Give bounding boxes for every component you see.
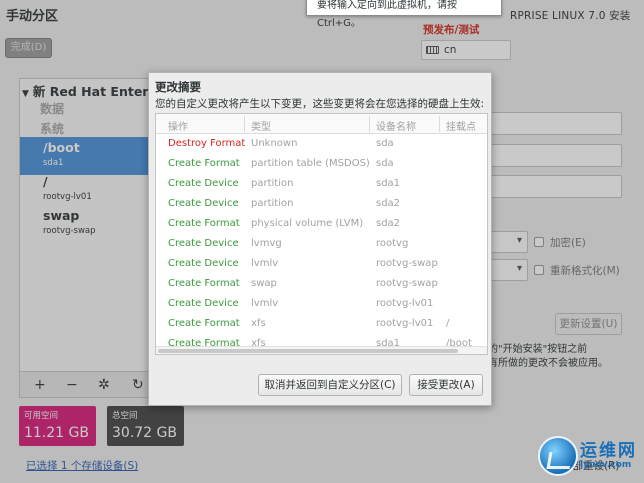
cell-type: swap (251, 278, 277, 289)
cell-type: physical volume (LVM) (251, 218, 364, 229)
scrollbar-thumb[interactable] (158, 349, 458, 353)
cell-device: sda2 (376, 198, 401, 209)
cell-type: lvmlv (251, 258, 279, 269)
table-row[interactable]: Destroy Format Unknown sda (156, 135, 487, 155)
cell-device: sda (376, 138, 394, 149)
cell-type: Unknown (251, 138, 298, 149)
cell-action: Create Format (168, 318, 240, 329)
dialog-title: 更改摘要 (155, 80, 201, 94)
table-row[interactable]: Create Device partition sda2 (156, 195, 487, 215)
cell-type: lvmlv (251, 298, 279, 309)
cell-type: xfs (251, 318, 266, 329)
cell-device: sda (376, 158, 394, 169)
cell-action: Destroy Format (168, 138, 246, 149)
cell-type: lvmvg (251, 238, 282, 249)
cell-action: Create Device (168, 178, 239, 189)
cancel-return-button[interactable]: 取消并返回到自定义分区(C) (258, 374, 402, 396)
accept-changes-button[interactable]: 接受更改(A) (409, 374, 483, 396)
watermark-logo: 运维网 iyunv.com (538, 436, 642, 480)
cell-device: rootvg-lv01 (376, 298, 434, 309)
cell-mount: / (446, 318, 450, 329)
column-header-mount: 挂载点 (446, 122, 476, 133)
cell-device: rootvg-swap (376, 278, 438, 289)
cell-device: sda1 (376, 178, 401, 189)
table-row[interactable]: Create Format swap rootvg-swap (156, 275, 487, 295)
cell-type: partition (251, 198, 294, 209)
changes-table: 操作 类型 设备名称 挂载点 Destroy Format Unknown sda C… (155, 113, 488, 355)
summary-dialog: 更改摘要 您的自定义更改将产生以下变更，这些变更将会在您选择的硬盘上生效: 操作… (148, 72, 492, 406)
dialog-description: 您的自定义更改将产生以下变更，这些变更将会在您选择的硬盘上生效: (155, 98, 485, 110)
table-row[interactable]: Create Device partition sda1 (156, 175, 487, 195)
column-header-action: 操作 (168, 122, 188, 133)
column-header-device: 设备名称 (376, 122, 416, 133)
column-separator (244, 116, 245, 132)
table-row[interactable]: Create Format physical volume (LVM) sda2 (156, 215, 487, 235)
globe-icon (538, 436, 578, 476)
table-row[interactable]: Create Format xfs rootvg-lv01 / (156, 315, 487, 335)
cell-device: sda2 (376, 218, 401, 229)
vm-input-tooltip: 要将输入定向到此虚拟机，请按 Ctrl+G。 (306, 0, 502, 29)
table-header: 操作 类型 设备名称 挂载点 (156, 114, 487, 134)
cell-action: Create Format (168, 218, 240, 229)
column-separator (439, 116, 440, 132)
watermark-en: iyunv.com (580, 460, 632, 470)
cell-device: rootvg (376, 238, 409, 249)
table-row[interactable]: Create Device lvmlv rootvg-swap (156, 255, 487, 275)
cell-action: Create Format (168, 278, 240, 289)
cell-action: Create Device (168, 198, 239, 209)
cell-device: rootvg-lv01 (376, 318, 434, 329)
table-row[interactable]: Create Format partition table (MSDOS) sda (156, 155, 487, 175)
column-separator (369, 116, 370, 132)
cell-device: rootvg-swap (376, 258, 438, 269)
cell-action: Create Device (168, 258, 239, 269)
column-header-type: 类型 (251, 122, 271, 133)
cell-action: Create Device (168, 298, 239, 309)
table-row[interactable]: Create Device lvmvg rootvg (156, 235, 487, 255)
cell-type: partition table (MSDOS) (251, 158, 370, 169)
watermark-cn: 运维网 (580, 441, 637, 461)
cell-type: partition (251, 178, 294, 189)
cell-action: Create Format (168, 158, 240, 169)
table-row[interactable]: Create Device lvmlv rootvg-lv01 (156, 295, 487, 315)
horizontal-scrollbar[interactable] (156, 346, 487, 354)
cell-action: Create Device (168, 238, 239, 249)
